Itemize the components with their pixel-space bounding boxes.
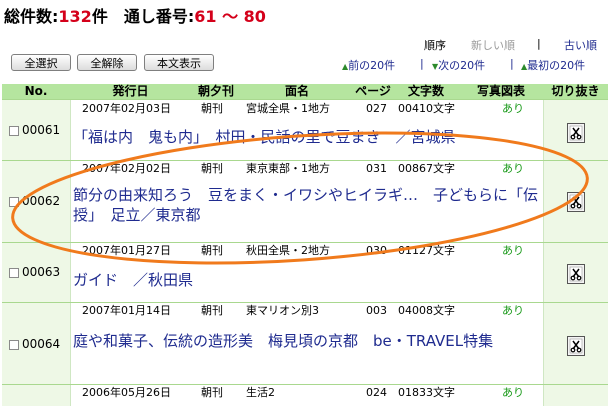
row-date: 2006年05月26日 bbox=[82, 386, 171, 399]
total-unit: 件 bbox=[91, 7, 108, 26]
row-number: 00062 bbox=[22, 194, 61, 208]
row-page-name: 東マリオン別3 bbox=[246, 304, 319, 317]
sort-options: 順序 新しい順 | 古い順 bbox=[0, 37, 610, 53]
row-edition: 朝刊 bbox=[201, 102, 223, 115]
row-date: 2007年02月03日 bbox=[82, 102, 171, 115]
row-page: 031 bbox=[366, 162, 387, 175]
scissors-icon bbox=[569, 338, 583, 354]
row-page-name: 宮城全県・1地方 bbox=[246, 102, 330, 115]
article-title-link[interactable]: 「福は内 鬼も内」 村田・民話の里で豆まき ／宮城県 bbox=[73, 127, 541, 147]
scissors-icon bbox=[569, 266, 583, 282]
col-edition: 朝夕刊 bbox=[197, 84, 234, 98]
table-row: 2007年01月27日 朝刊 秋田全県・2地方 030 01127文字 あり bbox=[70, 243, 543, 259]
table-row: 2006年05月26日 朝刊 生活2 024 01833文字 あり bbox=[70, 385, 543, 401]
prev-page-link[interactable]: ▲前の20件 bbox=[342, 57, 395, 73]
article-title-link[interactable]: ガイド ／秋田県 bbox=[73, 270, 541, 290]
table-row: 2007年02月02日 朝刊 東京東部・1地方 031 00867文字 あり bbox=[70, 161, 543, 177]
row-chars: 01833文字 bbox=[398, 386, 455, 399]
total-label: 総件数: bbox=[4, 7, 59, 26]
article-title-link[interactable]: 庭や和菓子、伝統の造形美 梅見頃の京都 be・TRAVEL特集 bbox=[73, 331, 541, 351]
row-date: 2007年02月02日 bbox=[82, 162, 171, 175]
row-page-name: 生活2 bbox=[246, 386, 275, 399]
col-page: ページ bbox=[355, 84, 391, 98]
scissors-icon bbox=[569, 125, 583, 141]
clip-button[interactable] bbox=[567, 264, 585, 284]
row-photo: あり bbox=[502, 102, 524, 115]
row-page-name: 秋田全県・2地方 bbox=[246, 244, 330, 257]
row-edition: 朝刊 bbox=[201, 304, 223, 317]
clip-button[interactable] bbox=[567, 123, 585, 143]
row-photo: あり bbox=[502, 304, 524, 317]
result-summary: 総件数:132件 通し番号:61 ～ 80 bbox=[4, 3, 266, 27]
col-page-name: 面名 bbox=[284, 84, 309, 98]
table-row: 2007年02月03日 朝刊 宮城全県・1地方 027 00410文字 あり bbox=[70, 101, 543, 117]
total-count: 132 bbox=[58, 7, 92, 26]
row-checkbox[interactable] bbox=[9, 268, 19, 278]
row-photo: あり bbox=[502, 162, 524, 175]
row-chars: 04008文字 bbox=[398, 304, 455, 317]
row-date: 2007年01月27日 bbox=[82, 244, 171, 257]
sort-label: 順序 bbox=[424, 39, 446, 52]
row-number: 00064 bbox=[22, 337, 61, 351]
row-checkbox[interactable] bbox=[9, 126, 19, 136]
row-checkbox[interactable] bbox=[9, 197, 19, 207]
row-page: 024 bbox=[366, 386, 387, 399]
scissors-icon bbox=[569, 194, 583, 210]
row-date: 2007年01月14日 bbox=[82, 304, 171, 317]
row-chars: 00410文字 bbox=[398, 102, 455, 115]
article-title-link[interactable]: 節分の由来知ろう 豆をまく・イワシやヒイラギ… 子どもらに「伝授」 足立／東京都 bbox=[73, 185, 541, 225]
number-column-bg bbox=[2, 99, 70, 406]
row-photo: あり bbox=[502, 244, 524, 257]
col-clip: 切り抜き bbox=[551, 84, 600, 98]
first-page-link[interactable]: ▲最初の20件 bbox=[521, 57, 585, 73]
clip-column-bg bbox=[543, 99, 608, 406]
row-edition: 朝刊 bbox=[201, 244, 223, 257]
row-page: 030 bbox=[366, 244, 387, 257]
column-divider bbox=[543, 99, 544, 406]
row-edition: 朝刊 bbox=[201, 386, 223, 399]
row-chars: 01127文字 bbox=[398, 244, 455, 257]
select-all-button[interactable]: 全選択 bbox=[11, 54, 71, 71]
row-divider bbox=[2, 99, 608, 100]
row-number: 00063 bbox=[22, 265, 61, 279]
row-photo: あり bbox=[502, 386, 524, 399]
table-row: 2007年01月14日 朝刊 東マリオン別3 003 04008文字 あり bbox=[70, 303, 543, 319]
show-body-button[interactable]: 本文表示 bbox=[144, 54, 214, 71]
deselect-all-button[interactable]: 全解除 bbox=[77, 54, 137, 71]
row-chars: 00867文字 bbox=[398, 162, 455, 175]
nav-separator-1: | bbox=[420, 57, 424, 70]
serial-label: 通し番号: bbox=[123, 7, 195, 26]
col-photo: 写真図表 bbox=[476, 84, 525, 98]
clip-button[interactable] bbox=[567, 336, 585, 356]
sort-separator: | bbox=[537, 37, 541, 50]
col-no: No. bbox=[24, 84, 48, 98]
row-checkbox[interactable] bbox=[9, 340, 19, 350]
serial-range: 61 ～ 80 bbox=[194, 7, 266, 26]
col-chars: 文字数 bbox=[407, 84, 444, 98]
row-edition: 朝刊 bbox=[201, 162, 223, 175]
row-number: 00061 bbox=[22, 123, 61, 137]
row-page: 027 bbox=[366, 102, 387, 115]
sort-newest: 新しい順 bbox=[471, 39, 515, 52]
col-date: 発行日 bbox=[112, 84, 149, 98]
nav-separator-2: | bbox=[510, 57, 514, 70]
row-page-name: 東京東部・1地方 bbox=[246, 162, 330, 175]
clip-button[interactable] bbox=[567, 192, 585, 212]
row-page: 003 bbox=[366, 304, 387, 317]
sort-oldest-link[interactable]: 古い順 bbox=[564, 37, 597, 53]
next-page-link[interactable]: ▼次の20件 bbox=[432, 57, 485, 73]
table-header: No. 発行日 朝夕刊 面名 ページ 文字数 写真図表 切り抜き bbox=[2, 84, 608, 99]
